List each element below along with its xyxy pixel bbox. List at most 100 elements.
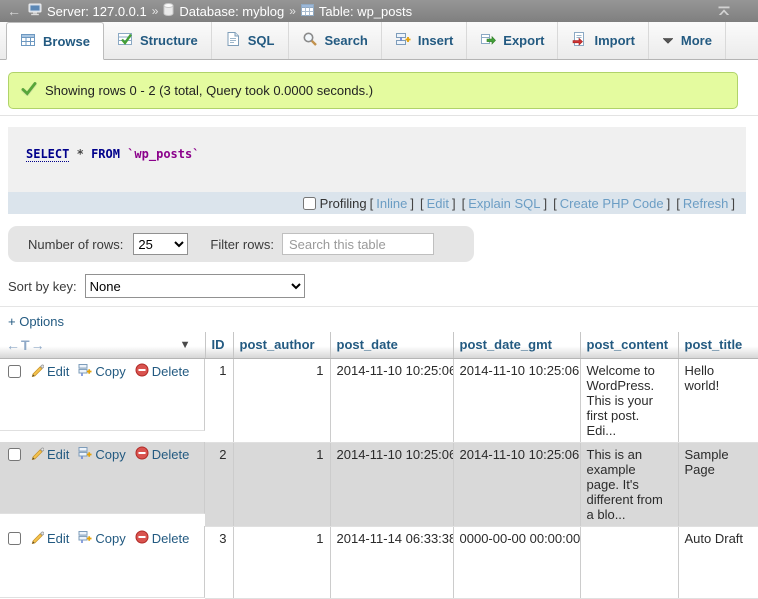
- cell-id[interactable]: 3: [205, 526, 233, 598]
- bracket: [: [370, 196, 374, 211]
- cell-post_date_gmt[interactable]: 2014-11-10 10:25:06: [453, 358, 580, 442]
- row-checkbox[interactable]: [8, 448, 21, 461]
- cell-post_content[interactable]: This is an example page. It's different …: [580, 442, 678, 526]
- cell-post_date[interactable]: 2014-11-14 06:33:38: [330, 526, 453, 598]
- pencil-icon: [30, 363, 44, 380]
- delete-icon: [135, 530, 149, 547]
- tab-structure[interactable]: Structure: [104, 22, 212, 59]
- copy-row-link[interactable]: Copy: [78, 446, 125, 463]
- bracket: [: [676, 196, 680, 211]
- collapse-panel-icon[interactable]: [716, 6, 732, 16]
- cell-post_date[interactable]: 2014-11-10 10:25:06: [330, 442, 453, 526]
- cell-id[interactable]: 2: [205, 442, 233, 526]
- chevron-down-icon: [662, 33, 674, 48]
- cell-post_content[interactable]: Welcome to WordPress. This is your first…: [580, 358, 678, 442]
- sql-icon: [225, 31, 241, 50]
- header-dropdown-icon[interactable]: ▼: [180, 339, 199, 351]
- profiling-checkbox[interactable]: [303, 197, 316, 210]
- copy-row-link[interactable]: Copy: [78, 363, 125, 380]
- create-php-code-link[interactable]: Create PHP Code: [560, 196, 664, 211]
- tab-import[interactable]: Import: [558, 22, 648, 59]
- copy-row-link[interactable]: Copy: [78, 530, 125, 547]
- table-row: Edit Copy Delete 3 1 2014-11-14 06:33:38…: [0, 526, 758, 598]
- table-row: Edit Copy Delete 1 1 2014-11-10 10:25:06…: [0, 358, 758, 442]
- cell-post_content[interactable]: [580, 526, 678, 598]
- filter-rows-input[interactable]: [282, 233, 434, 255]
- column-header-post_author[interactable]: post_author: [233, 332, 330, 358]
- tab-import-label: Import: [594, 33, 634, 48]
- bracket: [: [553, 196, 557, 211]
- edit-row-link[interactable]: Edit: [30, 446, 69, 463]
- edit-row-link[interactable]: Edit: [30, 363, 69, 380]
- insert-icon: [395, 31, 411, 50]
- top-navigation-bar: ← Server: 127.0.0.1 » Database: myblog »…: [0, 0, 758, 22]
- cell-post_title[interactable]: Hello world!: [678, 358, 758, 442]
- breadcrumb-database[interactable]: Database: myblog: [163, 3, 284, 19]
- tab-sql[interactable]: SQL: [212, 22, 289, 59]
- edit-query-link[interactable]: Edit: [427, 196, 449, 211]
- tab-more[interactable]: More: [649, 22, 726, 59]
- status-message: Showing rows 0 - 2 (3 total, Query took …: [8, 72, 738, 109]
- column-header-post_date[interactable]: post_date: [330, 332, 453, 358]
- column-reorder-control[interactable]: ←T→: [6, 337, 46, 353]
- breadcrumb-table[interactable]: Table: wp_posts: [301, 4, 412, 19]
- column-controls-cell: ←T→ ▼: [0, 332, 205, 358]
- cell-id[interactable]: 1: [205, 358, 233, 442]
- delete-row-link[interactable]: Delete: [135, 530, 190, 547]
- breadcrumb-database-label: Database: myblog: [179, 4, 284, 19]
- tab-insert[interactable]: Insert: [382, 22, 467, 59]
- copy-icon: [78, 363, 92, 380]
- export-icon: [480, 31, 496, 50]
- bracket: ]: [667, 196, 671, 211]
- column-header-post_title[interactable]: post_title: [678, 332, 758, 358]
- row-checkbox[interactable]: [8, 365, 21, 378]
- sort-by-key-select[interactable]: None: [85, 274, 305, 298]
- cell-post_author[interactable]: 1: [233, 358, 330, 442]
- row-checkbox[interactable]: [8, 532, 21, 545]
- number-of-rows-label: Number of rows:: [28, 237, 123, 252]
- column-header-post_date_gmt[interactable]: post_date_gmt: [453, 332, 580, 358]
- tab-export[interactable]: Export: [467, 22, 558, 59]
- structure-icon: [117, 31, 133, 50]
- status-message-text: Showing rows 0 - 2 (3 total, Query took …: [45, 83, 373, 98]
- pencil-icon: [30, 446, 44, 463]
- sort-control-row: Sort by key: None: [8, 274, 305, 298]
- cell-post_date_gmt[interactable]: 2014-11-10 10:25:06: [453, 442, 580, 526]
- tab-search[interactable]: Search: [289, 22, 382, 59]
- cell-post_date[interactable]: 2014-11-10 10:25:06: [330, 358, 453, 442]
- options-toggle-link[interactable]: + Options: [8, 314, 64, 329]
- explain-sql-link[interactable]: Explain SQL: [468, 196, 540, 211]
- bracket: ]: [452, 196, 456, 211]
- cell-post_author[interactable]: 1: [233, 526, 330, 598]
- inline-link[interactable]: Inline: [376, 196, 407, 211]
- table-tabs: Browse Structure SQL Search Insert Expor…: [0, 22, 758, 60]
- copy-icon: [78, 530, 92, 547]
- number-of-rows-select[interactable]: 25: [133, 233, 188, 255]
- import-icon: [571, 31, 587, 50]
- cell-post_title[interactable]: Auto Draft: [678, 526, 758, 598]
- column-header-post_content[interactable]: post_content: [580, 332, 678, 358]
- back-button[interactable]: ←: [0, 3, 28, 19]
- delete-row-link[interactable]: Delete: [135, 446, 190, 463]
- tab-browse[interactable]: Browse: [6, 22, 104, 60]
- delete-row-link[interactable]: Delete: [135, 363, 190, 380]
- row-actions-cell: Edit Copy Delete: [0, 526, 205, 598]
- refresh-link[interactable]: Refresh: [683, 196, 729, 211]
- delete-label: Delete: [152, 447, 190, 462]
- breadcrumb-separator: »: [152, 4, 159, 18]
- success-check-icon: [21, 82, 37, 99]
- cell-post_date_gmt[interactable]: 0000-00-00 00:00:00: [453, 526, 580, 598]
- column-header-id[interactable]: ID: [205, 332, 233, 358]
- server-icon: [28, 3, 42, 19]
- tab-more-label: More: [681, 33, 712, 48]
- cell-post_author[interactable]: 1: [233, 442, 330, 526]
- edit-row-link[interactable]: Edit: [30, 530, 69, 547]
- cell-post_title[interactable]: Sample Page: [678, 442, 758, 526]
- database-icon: [163, 3, 174, 19]
- options-divider: [0, 306, 758, 307]
- edit-label: Edit: [47, 531, 69, 546]
- sql-keyword-select: SELECT: [26, 147, 69, 162]
- results-table: ←T→ ▼ ID post_author post_date post_date…: [0, 332, 758, 599]
- table-row: Edit Copy Delete 2 1 2014-11-10 10:25:06…: [0, 442, 758, 526]
- breadcrumb-server[interactable]: Server: 127.0.0.1: [28, 3, 147, 19]
